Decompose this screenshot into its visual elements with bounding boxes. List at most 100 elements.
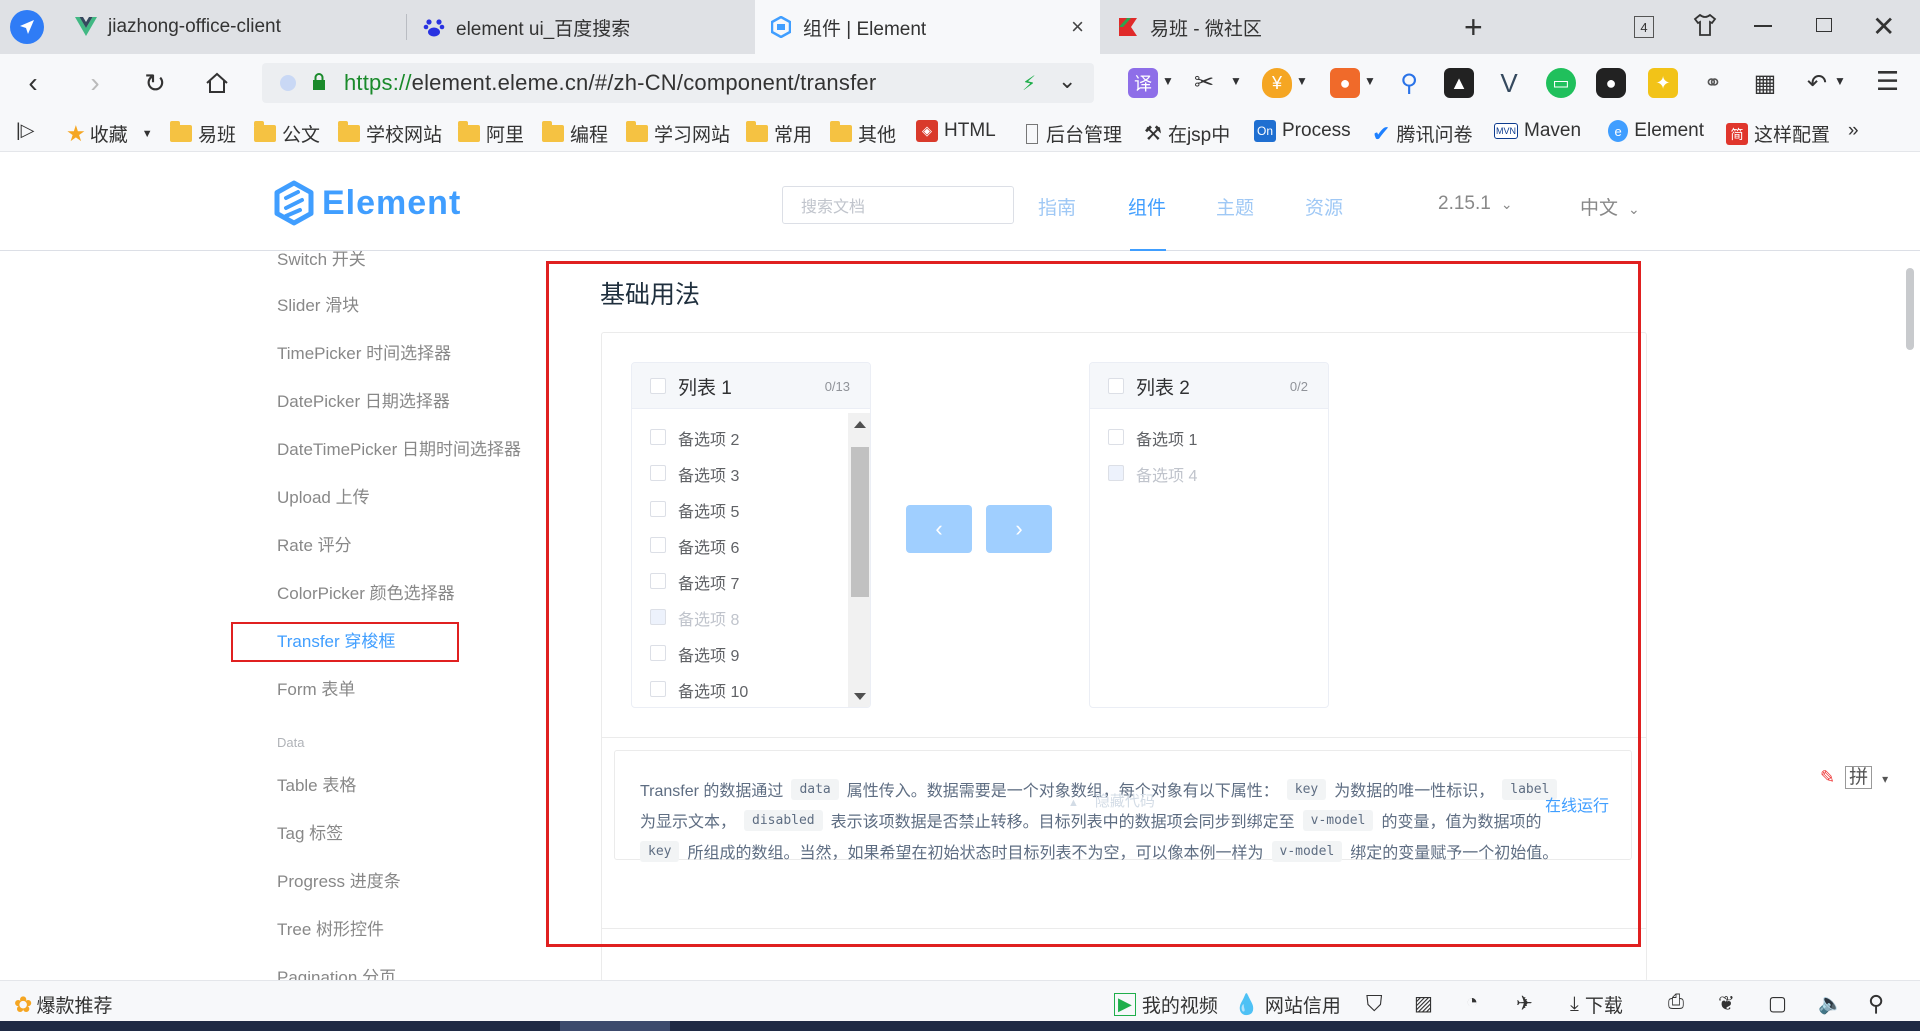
minimize-icon[interactable] <box>1754 25 1772 27</box>
bookmark-element[interactable]: e Element <box>1608 120 1704 142</box>
sidebar-item-timepicker[interactable]: TimePicker 时间选择器 <box>277 339 451 364</box>
grid-icon[interactable]: ▦ <box>1750 68 1780 98</box>
chevron-down-icon: ⌄ <box>1628 201 1640 217</box>
download[interactable]: ⤓ 下载 <box>1570 991 1623 1018</box>
window-icon[interactable]: ▢ <box>1768 991 1787 1016</box>
sidebar-item-upload[interactable]: Upload 上传 <box>277 483 370 508</box>
bookmark-folder[interactable]: 其他 <box>830 120 896 147</box>
scissors-icon[interactable]: ✂ <box>1194 68 1214 97</box>
tab-yiban[interactable]: 易班 - 微社区 <box>1102 0 1447 54</box>
tab-baidu[interactable]: element ui_百度搜索 <box>408 0 753 54</box>
speaker-icon[interactable]: 🔈 <box>1818 991 1843 1016</box>
new-tab-icon[interactable]: + <box>1464 9 1483 46</box>
bookmark-process[interactable]: On Process <box>1254 120 1352 142</box>
sidebar-item-form[interactable]: Form 表单 <box>277 675 355 700</box>
dropdown-icon[interactable]: ▼ <box>1296 74 1308 88</box>
bookmark-folder[interactable]: 阿里 <box>458 120 524 147</box>
sidebar-toggle-icon[interactable]: |▷ <box>16 120 35 141</box>
dropdown-icon: ▾ <box>1882 772 1889 786</box>
dropdown-icon[interactable]: ▼ <box>1364 74 1376 88</box>
translate-icon[interactable]: 译 <box>1128 68 1158 98</box>
cat-icon[interactable]: ✦ <box>1648 68 1678 98</box>
home-icon[interactable] <box>200 66 234 100</box>
bookmark-maven[interactable]: MVN Maven <box>1494 120 1592 142</box>
page-scrollbar-thumb[interactable] <box>1906 268 1914 350</box>
bookmark-jsp[interactable]: ⚒ 在jsp中 <box>1144 120 1232 147</box>
language-select[interactable]: 中文 ⌄ <box>1580 193 1640 220</box>
more-bookmarks[interactable]: » <box>1848 120 1859 142</box>
panda-icon[interactable]: ● <box>1596 68 1626 98</box>
nav-resource[interactable]: 资源 <box>1305 193 1343 220</box>
sidebar-item-colorpicker[interactable]: ColorPicker 颜色选择器 <box>277 579 455 604</box>
link-chain-icon[interactable]: ⚭ <box>1698 68 1728 98</box>
bookmark-folder[interactable]: 常用 <box>746 120 812 147</box>
browser-toolbar: ‹ › ↻ https://element.eleme.cn/#/zh-CN/c… <box>0 54 1920 112</box>
image-icon[interactable]: ▨ <box>1414 991 1433 1016</box>
shield-coin-icon[interactable]: ¥ <box>1262 68 1292 98</box>
search-icon[interactable]: ⚲ <box>1868 991 1884 1017</box>
browser-logo-icon[interactable] <box>10 10 44 44</box>
leaf-icon[interactable]: ❦ <box>1718 991 1735 1016</box>
version-select[interactable]: 2.15.1 ⌄ <box>1438 193 1513 215</box>
dropdown-icon[interactable]: ▼ <box>1834 74 1846 88</box>
logo-text: Element <box>322 183 462 222</box>
nav-guide[interactable]: 指南 <box>1038 193 1076 220</box>
shield-icon[interactable]: ⛉ <box>1366 991 1383 1017</box>
address-bar[interactable]: https://element.eleme.cn/#/zh-CN/compone… <box>262 63 1094 103</box>
bookmark-folder[interactable]: 公文 <box>254 120 320 147</box>
hot-recommend[interactable]: ✿ 爆款推荐 <box>14 991 112 1018</box>
restore-icon[interactable] <box>1816 18 1832 32</box>
bookmark-folder[interactable]: 学校网站 <box>338 120 442 147</box>
bookmark-tencent-survey[interactable]: ✔ 腾讯问卷 <box>1372 120 1476 147</box>
speedometer-icon[interactable]: ◔ <box>1466 991 1478 1014</box>
green-circle-icon[interactable]: ▭ <box>1546 68 1576 98</box>
menu-icon[interactable]: ☰ <box>1876 66 1899 97</box>
element-logo[interactable]: Element <box>274 180 461 226</box>
sidebar-item-datepicker[interactable]: DatePicker 日期选择器 <box>277 387 450 412</box>
close-tab-icon[interactable]: × <box>1071 14 1084 40</box>
bookmark-config[interactable]: 简这样配置 <box>1726 120 1832 147</box>
bookmark-folder[interactable]: 学习网站 <box>626 120 730 147</box>
chevron-down-icon[interactable]: ⌄ <box>1058 68 1076 94</box>
bookmark-favorites[interactable]: ★ 收藏 ▼ <box>66 120 153 147</box>
sidebar-item-tag[interactable]: Tag 标签 <box>277 819 343 844</box>
dropdown-icon[interactable]: ▼ <box>1230 74 1242 88</box>
undo-icon[interactable]: ↶ <box>1802 68 1832 98</box>
sidebar-item-rate[interactable]: Rate 评分 <box>277 531 352 556</box>
printer-icon[interactable]: ⎙ <box>1668 991 1684 1014</box>
nav-theme[interactable]: 主题 <box>1216 193 1254 220</box>
sidebar-item-slider[interactable]: Slider 滑块 <box>277 291 359 316</box>
rocket-icon[interactable]: ✈ <box>1516 991 1533 1016</box>
close-window-icon[interactable]: ✕ <box>1872 10 1895 43</box>
dropdown-icon[interactable]: ▼ <box>1162 74 1174 88</box>
gamepad-icon[interactable]: ● <box>1330 68 1360 98</box>
my-video[interactable]: ▶ 我的视频 <box>1114 991 1218 1018</box>
bookmark-folder[interactable]: 易班 <box>170 120 236 147</box>
reload-icon[interactable]: ↻ <box>138 66 172 100</box>
ime-toolbar[interactable]: ✎ 拼 ▾ <box>1820 762 1888 789</box>
bookmark-html[interactable]: ◈ HTML <box>916 120 996 142</box>
back-icon[interactable]: ‹ <box>16 66 50 100</box>
bookmark-folder[interactable]: 编程 <box>542 120 608 147</box>
autojs-icon[interactable]: ▲ <box>1444 68 1474 98</box>
sidebar-item-pagination[interactable]: Pagination 分页 <box>277 963 396 980</box>
sidebar-item-datetimepicker[interactable]: DateTimePicker 日期时间选择器 <box>277 435 521 460</box>
tab-count-badge[interactable]: 4 <box>1634 16 1654 38</box>
site-info-icon[interactable] <box>280 75 296 91</box>
url-text: https://element.eleme.cn/#/zh-CN/compone… <box>344 70 876 96</box>
tab-separator <box>406 14 407 40</box>
sidebar-item-table[interactable]: Table 表格 <box>277 771 356 796</box>
forward-icon[interactable]: › <box>78 66 112 100</box>
sidebar-item-progress[interactable]: Progress 进度条 <box>277 867 401 892</box>
shirt-icon[interactable] <box>1692 12 1718 43</box>
nav-component[interactable]: 组件 <box>1128 193 1166 220</box>
lightning-icon[interactable]: ⚡ <box>1022 71 1036 96</box>
magnifier-icon[interactable]: ⚲ <box>1394 68 1424 98</box>
bookmark-admin[interactable]: 后台管理 <box>1026 120 1122 147</box>
tab-element[interactable]: 组件 | Element × <box>755 0 1100 54</box>
search-input[interactable]: 搜索文档 <box>782 186 1014 224</box>
tab-jiazhong[interactable]: jiazhong-office-client <box>60 0 405 54</box>
vue-devtools-icon[interactable]: V <box>1494 68 1524 98</box>
site-credit[interactable]: 💧 网站信用 <box>1234 991 1341 1018</box>
sidebar-item-tree[interactable]: Tree 树形控件 <box>277 915 384 940</box>
